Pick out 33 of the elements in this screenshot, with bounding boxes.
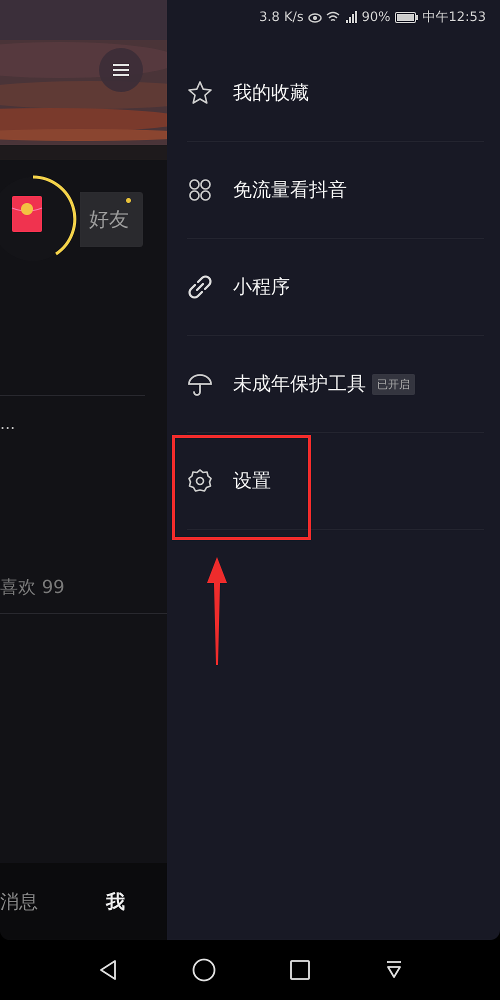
item-label: 免流量看抖音 <box>233 178 347 203</box>
menu-icon <box>112 63 130 77</box>
network-speed: 3.8 K/s <box>259 10 304 24</box>
clock: 中午12:53 <box>422 9 486 26</box>
notification-shade-icon[interactable] <box>384 960 404 980</box>
drawer-item[interactable]: 我的收藏 <box>187 45 484 142</box>
signal-icon <box>344 11 358 23</box>
drawer-item[interactable]: 设置 <box>187 433 484 530</box>
settings-icon <box>187 468 213 494</box>
link-icon <box>187 274 213 300</box>
item-label: 我的收藏 <box>233 81 309 106</box>
recents-icon[interactable] <box>290 960 310 980</box>
umbrella-icon <box>187 371 213 397</box>
tab[interactable]: 我 <box>106 888 125 914</box>
drawer-item[interactable]: 未成年保护工具 已开启 <box>187 336 484 433</box>
friends-button[interactable]: 好友 <box>80 192 143 247</box>
eye-icon <box>308 11 322 23</box>
item-label: 小程序 <box>233 275 290 300</box>
tab[interactable]: 消息 <box>0 888 38 914</box>
battery-percent: 90% <box>362 10 391 24</box>
item-label: 设置 <box>233 469 271 494</box>
drawer-item[interactable]: 小程序 <box>187 239 484 336</box>
bio-text: ... <box>0 414 16 434</box>
item-label: 未成年保护工具 <box>233 372 366 397</box>
back-icon[interactable] <box>98 959 118 981</box>
likes-count: 喜欢 99 <box>0 576 66 600</box>
home-icon[interactable] <box>192 958 216 982</box>
four-circles-icon <box>187 177 213 203</box>
battery-icon <box>394 12 419 22</box>
drawer-item[interactable]: 免流量看抖音 <box>187 142 484 239</box>
wifi-icon <box>326 11 340 23</box>
status-badge: 已开启 <box>372 374 415 394</box>
star-icon <box>187 80 213 106</box>
